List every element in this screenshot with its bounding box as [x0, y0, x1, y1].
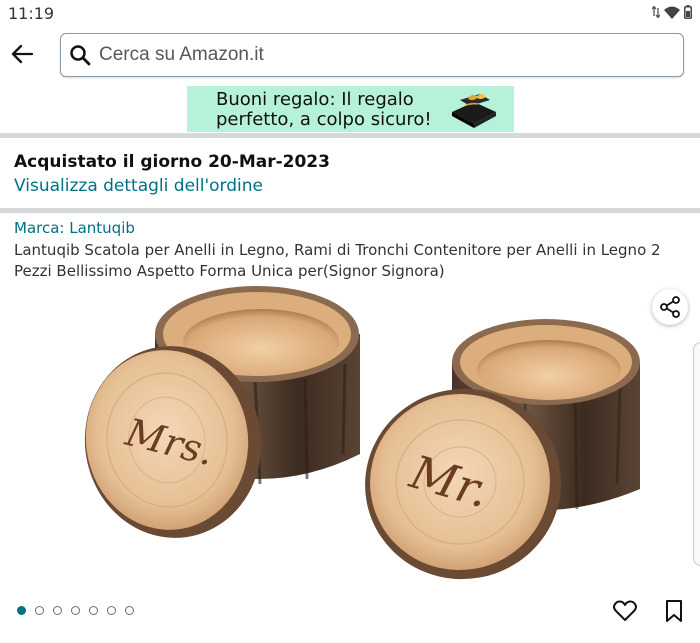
section-divider — [0, 133, 700, 138]
battery-icon — [684, 5, 692, 19]
share-icon — [660, 296, 680, 318]
banner-line-2: perfetto, a colpo sicuro! — [216, 109, 432, 130]
arrow-left-icon — [11, 44, 34, 64]
save-button[interactable] — [665, 600, 683, 627]
section-divider — [0, 208, 700, 213]
carousel-dot[interactable] — [71, 606, 80, 615]
bookmark-icon — [666, 600, 682, 622]
order-details-link[interactable]: Visualizza dettagli dell'ordine — [14, 176, 263, 196]
top-bar — [0, 26, 700, 84]
status-bar: 11:19 — [0, 0, 700, 26]
status-icons — [652, 5, 692, 19]
wifi-icon — [664, 6, 680, 19]
carousel-dot[interactable] — [89, 606, 98, 615]
carousel-dot[interactable] — [35, 606, 44, 615]
banner-line-1: Buoni regalo: Il regalo — [216, 89, 414, 110]
product-title: Lantuqib Scatola per Anelli in Legno, Ra… — [14, 241, 661, 280]
back-button[interactable] — [8, 40, 36, 68]
banner-text: Buoni regalo: Il regalo perfetto, a colp… — [216, 90, 436, 130]
right-ring-box: Mr. — [365, 319, 640, 580]
search-icon — [70, 45, 91, 66]
left-ring-box: Mrs. — [84, 286, 360, 538]
share-button[interactable] — [652, 289, 688, 325]
carousel-dot[interactable] — [125, 606, 134, 615]
carousel-dot[interactable] — [107, 606, 116, 615]
data-transfer-icon — [652, 6, 660, 18]
carousel-dot[interactable] — [17, 606, 26, 615]
side-panel-handle[interactable] — [693, 342, 700, 566]
brand-link[interactable]: Marca: Lantuqib — [14, 219, 135, 237]
product-image[interactable]: Mrs. Mr. — [55, 284, 650, 584]
carousel-dot[interactable] — [53, 606, 62, 615]
gift-box-icon — [452, 94, 496, 128]
search-input[interactable] — [99, 40, 669, 70]
order-date: Acquistato il giorno 20-Mar-2023 — [14, 152, 330, 172]
wishlist-button[interactable] — [613, 600, 637, 627]
carousel-dots — [17, 606, 134, 615]
heart-icon — [613, 600, 637, 621]
search-box[interactable] — [60, 33, 684, 77]
status-time: 11:19 — [8, 4, 55, 23]
gift-card-banner[interactable]: Buoni regalo: Il regalo perfetto, a colp… — [187, 86, 514, 132]
